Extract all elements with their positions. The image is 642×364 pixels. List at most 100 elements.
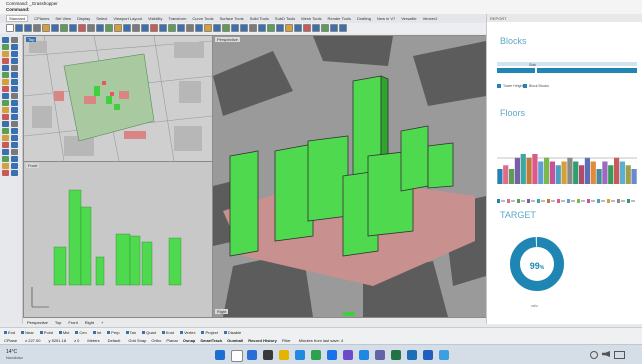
side-tool-icon[interactable]: [11, 156, 18, 162]
side-tool-icon[interactable]: [11, 58, 18, 64]
file-explorer-icon[interactable]: [279, 350, 289, 360]
viewport-label-front[interactable]: Front: [26, 163, 40, 168]
tab-versatile[interactable]: Versatile: [401, 16, 416, 21]
side-tool-icon[interactable]: [2, 58, 9, 64]
toolbar-tool-icon[interactable]: [267, 24, 275, 32]
side-tool-icon[interactable]: [2, 163, 9, 169]
osnap-quad[interactable]: Quad: [142, 330, 156, 335]
network-icon[interactable]: [590, 351, 598, 359]
toolbar-tool-icon[interactable]: [60, 24, 68, 32]
viewport-tab-top[interactable]: Top: [55, 320, 61, 325]
side-tool-icon[interactable]: [2, 135, 9, 141]
tab-surface-tools[interactable]: Surface Tools: [219, 16, 243, 21]
side-tool-icon[interactable]: [11, 51, 18, 57]
viewport-front[interactable]: Front: [23, 161, 213, 318]
checkbox-icon[interactable]: [21, 330, 25, 334]
toolbar-tool-icon[interactable]: [51, 24, 59, 32]
checkbox-icon[interactable]: [4, 330, 7, 334]
photos-icon[interactable]: [423, 350, 433, 360]
checkbox-icon[interactable]: [180, 330, 184, 334]
search-icon[interactable]: [231, 350, 243, 362]
side-tool-icon[interactable]: [2, 79, 9, 85]
grasshopper-icon[interactable]: [439, 350, 449, 360]
toolbar-tool-icon[interactable]: [330, 24, 338, 32]
tab-curve-tools[interactable]: Curve Tools: [192, 16, 213, 21]
toolbar-tool-icon[interactable]: [240, 24, 248, 32]
side-tool-icon[interactable]: [2, 44, 9, 50]
viewport-perspective[interactable]: Perspective Right: [212, 35, 487, 318]
tab-set-view[interactable]: Set View: [55, 16, 71, 21]
viewport-label-perspective[interactable]: Perspective: [215, 37, 240, 42]
osnap-tan[interactable]: Tan: [125, 330, 136, 335]
battery-icon[interactable]: [614, 351, 625, 359]
toolbar-tool-icon[interactable]: [141, 24, 149, 32]
side-tool-icon[interactable]: [2, 114, 9, 120]
tab-render-tools[interactable]: Render Tools: [327, 16, 351, 21]
toolbar-tool-icon[interactable]: [69, 24, 77, 32]
toolbar-tool-icon[interactable]: [15, 24, 23, 32]
side-tool-icon[interactable]: [2, 86, 9, 92]
checkbox-icon[interactable]: [75, 330, 79, 334]
windows-start-icon[interactable]: [215, 350, 225, 360]
toolbar-tool-icon[interactable]: [159, 24, 167, 32]
viewport-tab-right[interactable]: Right: [85, 320, 94, 325]
toolbar-tool-icon[interactable]: [6, 24, 14, 32]
side-tool-icon[interactable]: [2, 100, 9, 106]
side-tool-icon[interactable]: [2, 107, 9, 113]
toolbar-tool-icon[interactable]: [33, 24, 41, 32]
viewport-label-top[interactable]: Top: [26, 37, 37, 42]
side-tool-icon[interactable]: [2, 142, 9, 148]
viewport-tab-add[interactable]: +: [101, 320, 103, 325]
side-tool-icon[interactable]: [11, 86, 18, 92]
toolbar-tool-icon[interactable]: [123, 24, 131, 32]
tab-veneer2[interactable]: Veneer2: [423, 16, 438, 21]
viewport-label-right[interactable]: Right: [215, 309, 229, 314]
toolbar-tool-icon[interactable]: [24, 24, 32, 32]
checkbox-icon[interactable]: [223, 330, 227, 334]
command-prompt[interactable]: Command:: [6, 7, 30, 12]
side-tool-icon[interactable]: [2, 156, 9, 162]
tab-solid-tools[interactable]: Solid Tools: [250, 16, 269, 21]
toolbar-tool-icon[interactable]: [231, 24, 239, 32]
osnap-point[interactable]: Point: [39, 330, 53, 335]
toolbar-tool-icon[interactable]: [177, 24, 185, 32]
toolbar-tool-icon[interactable]: [168, 24, 176, 32]
layer-label[interactable]: Default: [108, 338, 121, 343]
checkbox-icon[interactable]: [161, 330, 165, 334]
word-icon[interactable]: [407, 350, 417, 360]
osnap-end[interactable]: End: [4, 330, 15, 335]
tab-transform[interactable]: Transform: [168, 16, 186, 21]
status-toggle-grid-snap[interactable]: Grid Snap: [128, 338, 146, 343]
side-tool-icon[interactable]: [11, 170, 18, 176]
side-tool-icon[interactable]: [2, 51, 9, 57]
side-tool-icon[interactable]: [2, 37, 9, 43]
toolbar-tool-icon[interactable]: [222, 24, 230, 32]
osnap-mid[interactable]: Mid: [58, 330, 69, 335]
status-toggle-ortho[interactable]: Ortho: [151, 338, 161, 343]
side-tool-icon[interactable]: [2, 65, 9, 71]
toolbar-tool-icon[interactable]: [321, 24, 329, 32]
side-tool-icon[interactable]: [11, 107, 18, 113]
side-tool-icon[interactable]: [2, 170, 9, 176]
osnap-project[interactable]: Project: [201, 330, 218, 335]
toolbar-tool-icon[interactable]: [114, 24, 122, 32]
checkbox-icon[interactable]: [142, 330, 146, 334]
viewport-tab-front[interactable]: Front: [68, 320, 77, 325]
weather-text[interactable]: Nuvoloso: [6, 355, 23, 360]
toolbar-tool-icon[interactable]: [213, 24, 221, 32]
status-toggle-osnap[interactable]: Osnap: [183, 338, 195, 343]
tab-subd-tools[interactable]: SubD Tools: [275, 16, 295, 21]
checkbox-icon[interactable]: [107, 330, 111, 334]
store-icon[interactable]: [359, 350, 369, 360]
side-tool-icon[interactable]: [11, 100, 18, 106]
edge-icon[interactable]: [295, 350, 305, 360]
toolbar-tool-icon[interactable]: [258, 24, 266, 32]
toolbar-tool-icon[interactable]: [312, 24, 320, 32]
osnap-vertex[interactable]: Vertex: [180, 330, 195, 335]
side-tool-icon[interactable]: [2, 128, 9, 134]
toolbar-tool-icon[interactable]: [78, 24, 86, 32]
side-tool-icon[interactable]: [11, 93, 18, 99]
chrome-icon[interactable]: [311, 350, 321, 360]
side-tool-icon[interactable]: [11, 142, 18, 148]
side-tool-icon[interactable]: [11, 44, 18, 50]
